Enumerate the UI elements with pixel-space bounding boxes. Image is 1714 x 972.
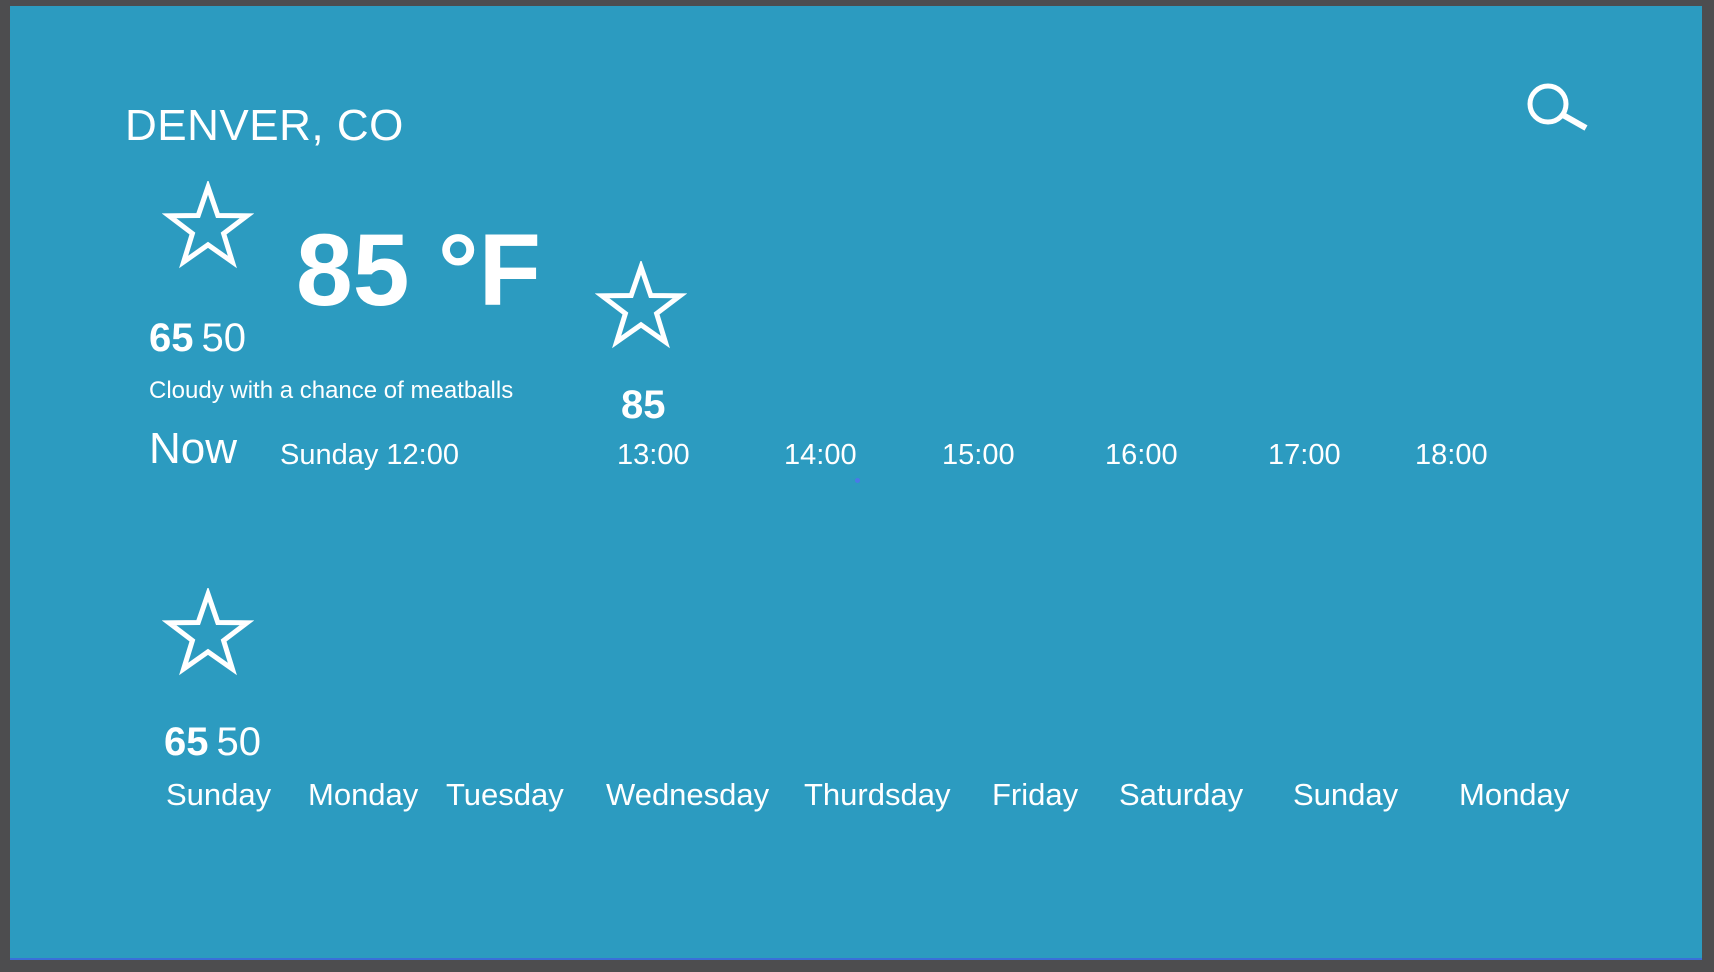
low-temp: 50 bbox=[216, 720, 262, 764]
high-temp: 65 bbox=[164, 720, 209, 764]
search-icon bbox=[1527, 83, 1588, 131]
search-button[interactable] bbox=[1520, 78, 1600, 140]
day-item[interactable]: Friday bbox=[992, 777, 1078, 813]
current-temperature: 85 °F bbox=[296, 213, 541, 327]
day-item[interactable]: Wednesday bbox=[606, 777, 769, 813]
hourly-weather-icon bbox=[595, 261, 687, 349]
low-temp: 50 bbox=[201, 316, 247, 360]
weather-description: Cloudy with a chance of meatballs bbox=[149, 377, 514, 404]
hour-item[interactable]: 13:00 bbox=[617, 439, 690, 472]
hour-item[interactable]: 15:00 bbox=[942, 439, 1015, 472]
current-high-low: 65 50 bbox=[149, 318, 246, 358]
high-temp: 65 bbox=[149, 316, 194, 360]
day-item[interactable]: Monday bbox=[1459, 777, 1569, 813]
hour-item[interactable]: 16:00 bbox=[1105, 439, 1178, 472]
now-label: Now bbox=[149, 424, 238, 473]
daily-weather-icon bbox=[162, 588, 254, 676]
hour-item[interactable]: 17:00 bbox=[1268, 439, 1341, 472]
location-title: DENVER, CO bbox=[125, 101, 404, 150]
day-item[interactable]: Sunday bbox=[1293, 777, 1398, 813]
current-datetime: Sunday 12:00 bbox=[280, 439, 459, 471]
hourly-temperature: 85 bbox=[621, 383, 666, 427]
day-item[interactable]: Sunday bbox=[166, 777, 271, 813]
day-item[interactable]: Monday bbox=[308, 777, 418, 813]
star-icon bbox=[162, 588, 254, 676]
star-icon bbox=[162, 181, 254, 269]
cursor-dot bbox=[855, 478, 860, 483]
day-item[interactable]: Tuesday bbox=[446, 777, 564, 813]
hour-item[interactable]: 18:00 bbox=[1415, 439, 1488, 472]
day-item[interactable]: Saturday bbox=[1119, 777, 1243, 813]
hour-item[interactable]: 14:00 bbox=[784, 439, 857, 472]
day-item[interactable]: Thurdsday bbox=[804, 777, 950, 813]
weather-app: DENVER, CO 85 °F 65 50 Cloudy with a chan… bbox=[10, 6, 1702, 960]
daily-high-low: 65 50 bbox=[164, 722, 261, 762]
star-icon bbox=[595, 261, 687, 349]
current-weather-icon bbox=[162, 181, 254, 269]
